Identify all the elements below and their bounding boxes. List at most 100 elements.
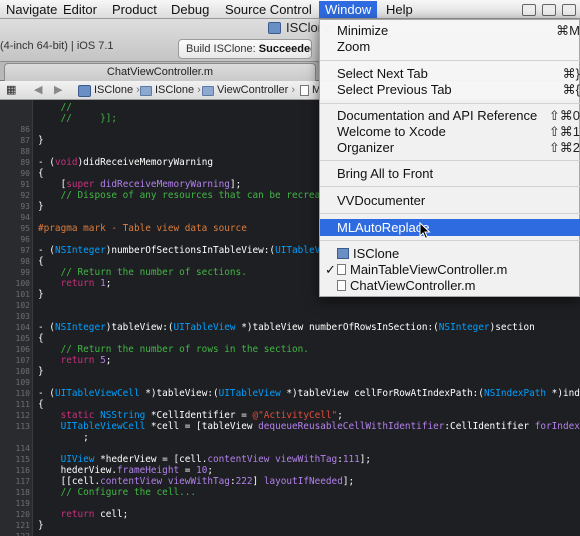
code-line[interactable]: 107 return 5;	[0, 355, 580, 366]
code-text: {	[38, 168, 44, 179]
code-line[interactable]: 120 return cell;	[0, 509, 580, 520]
menu-item-welcome[interactable]: Welcome to Xcode ⇧⌘1	[320, 123, 580, 140]
code-token: }	[38, 289, 44, 300]
code-line[interactable]: 117 [[cell.contentView viewWithTag:222] …	[0, 476, 580, 487]
code-text: {	[38, 333, 44, 344]
line-number: 111	[15, 400, 30, 409]
code-line[interactable]: 110 - (UITableViewCell *)tableView:(UITab…	[0, 388, 580, 399]
code-token: }	[38, 520, 44, 531]
line-number: 121	[15, 521, 30, 530]
code-token: NSString	[100, 410, 146, 421]
code-line[interactable]: ;	[0, 432, 580, 443]
code-line[interactable]: 103	[0, 311, 580, 322]
menu-item-window-chatviewcontroller[interactable]: ChatViewController.m	[320, 277, 580, 294]
menu-separator	[320, 160, 580, 161]
code-line[interactable]: 118 // Configure the cell...	[0, 487, 580, 498]
menu-item-mlautoreplace[interactable]: MLAutoReplace	[320, 219, 580, 236]
code-token: dequeueReusableCellWithIdentifier	[258, 421, 445, 432]
code-token: {	[38, 399, 44, 410]
menu-item-select-previous-tab[interactable]: Select Previous Tab ⌘{	[320, 81, 580, 98]
menu-item-bring-all-to-front[interactable]: Bring All to Front	[320, 165, 580, 182]
code-text: //	[38, 102, 72, 113]
code-text: - (UITableViewCell *)tableView:(UITableV…	[38, 388, 580, 399]
line-number: 106	[15, 345, 30, 354]
menu-item-minimize[interactable]: Minimize ⌘M	[320, 22, 580, 39]
tab-chatviewcontroller[interactable]: ChatViewController.m	[4, 63, 316, 81]
code-line[interactable]: 104- (NSInteger)tableView:(UITableView *…	[0, 322, 580, 333]
back-arrow-icon[interactable]: ◀	[34, 83, 42, 98]
code-line[interactable]: 109	[0, 377, 580, 388]
menu-item-shortcut: ⇧⌘0	[548, 108, 580, 123]
menu-item-vvdocumenter[interactable]: VVDocumenter	[320, 192, 580, 209]
code-token: NSInteger	[54, 245, 106, 256]
code-text: - (void)didReceiveMemoryWarning	[38, 157, 213, 168]
arrow-cursor-icon	[419, 222, 431, 240]
menu-item-window-isclone[interactable]: ISClone	[320, 245, 580, 262]
code-line[interactable]: 121}	[0, 520, 580, 531]
menu-window[interactable]: Window	[319, 1, 378, 18]
folder-icon	[202, 85, 214, 96]
code-token: @"ActivityCell"	[252, 410, 338, 421]
status-icon[interactable]	[542, 3, 556, 16]
menu-item-shortcut: ⌘}	[562, 66, 580, 81]
menu-item-documentation[interactable]: Documentation and API Reference ⇧⌘0	[320, 107, 580, 124]
line-number: 122	[0, 531, 30, 536]
breadcrumb-group[interactable]: ISClone ›	[140, 83, 201, 98]
menu-item-window-maintableviewcontroller[interactable]: ✓ MainTableViewController.m	[320, 261, 580, 278]
line-number: 93	[20, 202, 30, 211]
line-number: 92	[20, 191, 30, 200]
menu-separator	[320, 213, 580, 214]
forward-arrow-icon[interactable]: ▶	[54, 83, 62, 98]
code-text: #pragma mark - Table view data source	[38, 223, 247, 234]
code-token: UITableV	[275, 245, 321, 256]
build-status: Succeeded	[258, 43, 312, 55]
code-line[interactable]: 122	[0, 531, 580, 536]
code-line[interactable]: 108}	[0, 366, 580, 377]
menu-debug[interactable]: Debug	[165, 1, 215, 18]
code-token: 222	[235, 476, 253, 487]
code-line[interactable]: 114	[0, 443, 580, 454]
code-token: )numberOfSectionsInTableView:(	[105, 245, 276, 256]
code-token: contentView	[207, 454, 270, 465]
code-text: // Return the number of rows in the sect…	[38, 344, 309, 355]
code-token: NSInteger	[54, 322, 106, 333]
breadcrumb-project[interactable]: ISClone ›	[78, 83, 140, 98]
line-number: 114	[15, 444, 30, 453]
window-menu: Minimize ⌘M Zoom Select Next Tab ⌘} Sele…	[319, 19, 580, 297]
menu-item-zoom[interactable]: Zoom	[320, 38, 580, 55]
code-line[interactable]: 106 // Return the number of rows in the …	[0, 344, 580, 355]
code-token: layoutIfNeeded	[263, 476, 343, 487]
menu-navigate[interactable]: Navigate	[0, 1, 63, 18]
code-token: }	[38, 366, 44, 377]
breadcrumb-label: ISClone	[94, 84, 134, 96]
code-token: =	[179, 465, 197, 476]
code-text: // }];	[38, 113, 117, 124]
code-line[interactable]: 112 static NSString *CellIdentifier = @"…	[0, 410, 580, 421]
menu-product[interactable]: Product	[106, 1, 163, 18]
code-token: NSIndexPath	[483, 388, 547, 399]
menu-help[interactable]: Help	[380, 1, 419, 18]
related-items-icon[interactable]: ▦	[6, 83, 16, 98]
breadcrumb-folder[interactable]: ViewController ›	[202, 83, 295, 98]
menu-item-organizer[interactable]: Organizer ⇧⌘2	[320, 139, 580, 156]
breadcrumb-file[interactable]: M	[300, 83, 321, 98]
code-line[interactable]: 105 {	[0, 333, 580, 344]
menu-editor[interactable]: Editor	[57, 1, 103, 18]
line-number: 97	[20, 246, 30, 255]
code-token: [	[38, 179, 67, 190]
code-token: *)tableView:(	[139, 388, 219, 399]
code-line[interactable]: 111 {	[0, 399, 580, 410]
menu-source-control[interactable]: Source Control	[219, 1, 318, 18]
code-line[interactable]: 102	[0, 300, 580, 311]
line-number: 99	[20, 268, 30, 277]
code-line[interactable]: 119	[0, 498, 580, 509]
menu-item-shortcut: ⇧⌘1	[548, 124, 580, 139]
code-line[interactable]: 113 UITableViewCell *cell = [tableView d…	[0, 421, 580, 432]
code-line[interactable]: 116 hederView.frameHeight = 10;	[0, 465, 580, 476]
menu-item-select-next-tab[interactable]: Select Next Tab ⌘}	[320, 65, 580, 82]
scheme-selector[interactable]: (4-inch 64-bit) | iOS 7.1	[0, 40, 114, 52]
status-icon[interactable]	[522, 3, 536, 16]
menu-separator	[320, 240, 580, 241]
status-icon[interactable]	[562, 3, 576, 16]
code-line[interactable]: 115 UIView *hederView = [cell.contentVie…	[0, 454, 580, 465]
